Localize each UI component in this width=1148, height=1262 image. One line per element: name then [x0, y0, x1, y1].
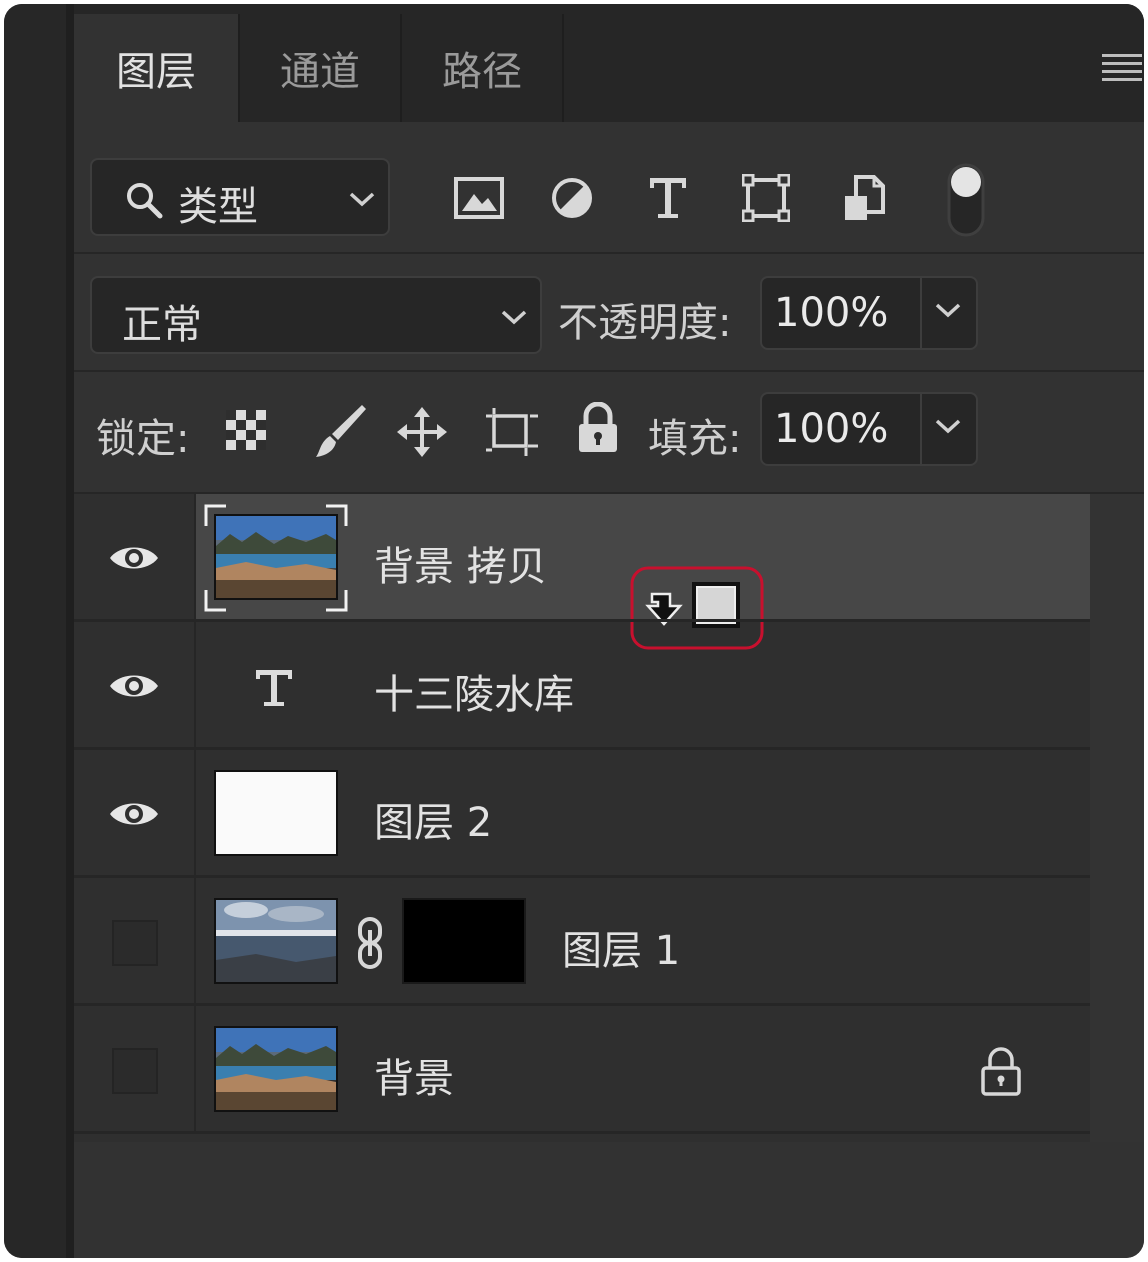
chevron-down-icon — [349, 192, 375, 207]
eye-icon[interactable] — [108, 542, 160, 574]
layer-name[interactable]: 图层 2 — [374, 790, 492, 848]
row-divider — [74, 1131, 1090, 1134]
lock-icon — [981, 1047, 1021, 1096]
tab-divider — [562, 14, 564, 122]
field-divider — [920, 278, 922, 348]
chevron-down-icon[interactable] — [934, 300, 962, 320]
fill-field[interactable]: 100% — [760, 392, 978, 466]
image-filter-icon[interactable] — [454, 176, 504, 220]
layer-name[interactable]: 图层 1 — [562, 918, 680, 976]
tab-paths-label: 路径 — [442, 49, 522, 95]
lock-transparent-pixels-icon[interactable] — [224, 408, 268, 452]
chevron-down-icon — [501, 310, 527, 325]
layer-content: 图层 1 — [196, 878, 1090, 1006]
layer-thumbnail[interactable] — [214, 898, 338, 984]
chevron-down-icon[interactable] — [934, 416, 962, 436]
tab-bar: 图层 通道 路径 — [74, 4, 1144, 122]
lock-all-icon[interactable] — [576, 402, 620, 454]
lock-image-pixels-icon[interactable] — [312, 402, 368, 460]
layers-panel-window: 图层 通道 路径 类型 正常 不透明度: 100% 锁定: 填充: 100% 背… — [4, 4, 1144, 1258]
layer-content: 图层 2 — [196, 750, 1090, 878]
layer-thumbnail[interactable] — [214, 1026, 338, 1112]
divider — [74, 252, 1144, 254]
opacity-value: 100% — [774, 290, 889, 336]
layer-row[interactable]: 图层 1 — [74, 878, 1090, 1006]
eye-icon[interactable] — [108, 670, 160, 702]
visibility-column — [74, 494, 194, 622]
tab-paths[interactable]: 路径 — [402, 14, 562, 122]
tab-layers[interactable]: 图层 — [74, 14, 238, 122]
layer-name[interactable]: 十三陵水库 — [374, 662, 574, 720]
layer-thumbnail[interactable] — [214, 770, 338, 856]
layer-name[interactable]: 背景 — [374, 1046, 454, 1104]
left-dock-strip — [4, 4, 66, 1258]
type-filter-icon[interactable] — [648, 176, 688, 220]
text-layer-icon[interactable] — [254, 668, 294, 708]
reservoir-photo-thumbnail — [216, 516, 336, 598]
visibility-column — [74, 750, 194, 878]
visibility-column — [74, 1006, 194, 1134]
hamburger-menu-icon[interactable] — [1102, 52, 1142, 82]
layer-row[interactable]: 背景 — [74, 1006, 1090, 1134]
lock-artboard-icon[interactable] — [484, 406, 540, 458]
layer-row[interactable]: 背景 拷贝 — [74, 494, 1090, 650]
adjustment-filter-icon[interactable] — [550, 176, 594, 220]
layers-panel: 图层 通道 路径 类型 正常 不透明度: 100% 锁定: 填充: 100% 背… — [74, 4, 1144, 1258]
filter-type-label: 类型 — [178, 184, 258, 230]
fill-value: 100% — [774, 406, 889, 452]
layer-mask-thumbnail[interactable] — [402, 898, 526, 984]
tab-channels[interactable]: 通道 — [240, 14, 400, 122]
filter-type-dropdown[interactable]: 类型 — [90, 158, 390, 236]
visibility-toggle[interactable] — [112, 1048, 158, 1094]
shape-filter-icon[interactable] — [742, 174, 790, 222]
cloudy-water-photo-thumbnail — [216, 900, 336, 982]
layer-row[interactable]: 图层 2 — [74, 750, 1090, 878]
layer-content: 背景 拷贝 — [196, 494, 1090, 650]
tab-layers-label: 图层 — [116, 49, 196, 95]
layer-row[interactable]: 十三陵水库 — [74, 622, 1090, 750]
fill-label: 填充: — [648, 416, 742, 462]
visibility-column — [74, 622, 194, 750]
lock-position-icon[interactable] — [396, 406, 448, 458]
lock-label: 锁定: — [96, 416, 190, 462]
layer-name[interactable]: 背景 拷贝 — [374, 534, 547, 592]
eye-icon[interactable] — [108, 798, 160, 830]
field-divider — [920, 394, 922, 464]
smart-object-filter-icon[interactable] — [842, 174, 886, 222]
divider — [74, 370, 1144, 372]
visibility-toggle[interactable] — [112, 920, 158, 966]
filter-toggle-icon[interactable] — [946, 162, 986, 238]
layer-thumbnail[interactable] — [214, 514, 338, 600]
link-chain-icon[interactable] — [354, 916, 386, 970]
tab-channels-label: 通道 — [280, 49, 360, 95]
layer-content: 背景 — [196, 1006, 1090, 1134]
opacity-field[interactable]: 100% — [760, 276, 978, 350]
search-icon — [127, 183, 163, 219]
visibility-column — [74, 878, 194, 1006]
layers-list: 背景 拷贝 十三陵水库 图层 2 图层 1 背景 — [74, 494, 1090, 1142]
reservoir-photo-thumbnail — [216, 1028, 336, 1110]
opacity-label: 不透明度: — [558, 300, 732, 346]
layer-content: 十三陵水库 — [196, 622, 1090, 750]
dock-divider — [66, 4, 74, 1258]
scrollbar-track[interactable] — [1090, 494, 1144, 1142]
blend-mode-value: 正常 — [122, 302, 202, 348]
blend-mode-dropdown[interactable]: 正常 — [90, 276, 542, 354]
